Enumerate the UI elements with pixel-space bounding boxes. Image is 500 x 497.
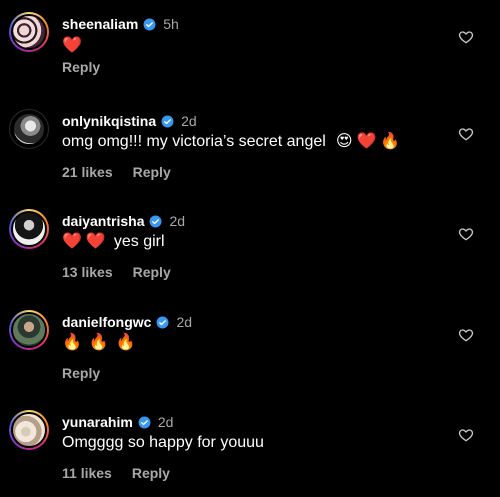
comment-actions: Reply [62, 365, 100, 381]
comment-actions: Reply [62, 59, 100, 75]
avatar[interactable] [9, 310, 49, 350]
comment-text: ❤️ [62, 37, 82, 55]
comment-actions: 13 likes Reply [62, 264, 171, 280]
comment-body: Omgggg so happy for youuu [62, 434, 264, 451]
comment-header: onlynikqistina 2d [62, 113, 197, 129]
verified-badge-icon [143, 18, 156, 30]
fire-emoji: 🔥 [62, 334, 82, 351]
comment-header: yunarahim 2d [62, 414, 173, 430]
fire-emoji: 🔥 [88, 334, 109, 351]
comment-body: yes girl [113, 233, 165, 250]
verified-badge-icon [161, 115, 174, 127]
likes-count[interactable]: 21 likes [62, 164, 113, 180]
avatar[interactable] [9, 109, 49, 149]
avatar[interactable] [9, 410, 49, 450]
comment-item: yunarahim 2d Omgggg so happy for youuu 1… [0, 407, 500, 497]
comment-text: Omgggg so happy for youuu [62, 434, 264, 452]
fire-emoji: 🔥 [115, 334, 136, 351]
timestamp: 2d [181, 113, 197, 129]
username[interactable]: sheenaliam [62, 16, 138, 32]
comment-header: daiyantrisha 2d [62, 213, 185, 229]
comment-header: sheenaliam 5h [62, 16, 179, 32]
username[interactable]: onlynikqistina [62, 113, 156, 129]
comment-item: onlynikqistina 2d omg omg!!! my victoria… [0, 106, 500, 196]
heart-outline-icon[interactable] [458, 327, 474, 343]
verified-badge-icon [156, 316, 169, 328]
red-heart-emoji: ❤️ [62, 37, 82, 54]
username[interactable]: daiyantrisha [62, 213, 144, 229]
avatar[interactable] [9, 209, 49, 249]
heart-outline-icon[interactable] [458, 226, 474, 242]
heart-outline-icon[interactable] [458, 427, 474, 443]
heart-outline-icon[interactable] [458, 126, 474, 142]
red-heart-emoji: ❤️ [85, 233, 106, 250]
red-heart-emoji: ❤️ [62, 233, 82, 250]
comment-item: sheenaliam 5h ❤️ Reply [0, 9, 500, 99]
reply-button[interactable]: Reply [62, 365, 100, 381]
comment-item: danielfongwc 2d 🔥 🔥 🔥 Reply [0, 307, 500, 397]
comment-header: danielfongwc 2d [62, 314, 192, 330]
comment-text: ❤️ ❤️ yes girl [62, 233, 165, 251]
reply-button[interactable]: Reply [133, 264, 171, 280]
timestamp: 2d [157, 414, 174, 430]
heart-eyes-emoji: 😍 [335, 133, 353, 150]
likes-count[interactable]: 11 likes [62, 465, 112, 481]
comment-actions: 11 likes Reply [62, 465, 170, 481]
fire-emoji: 🔥 [380, 133, 401, 150]
verified-badge-icon [138, 416, 151, 428]
reply-button[interactable]: Reply [133, 164, 171, 180]
comment-body: omg omg!!! my victoria’s secret angel [62, 133, 326, 150]
comment-text: omg omg!!! my victoria’s secret angel 😍 … [62, 133, 400, 151]
reply-button[interactable]: Reply [132, 465, 170, 481]
reply-button[interactable]: Reply [62, 59, 100, 75]
comment-item: daiyantrisha 2d ❤️ ❤️ yes girl 13 likes … [0, 206, 500, 296]
verified-badge-icon [150, 215, 162, 227]
red-heart-emoji: ❤️ [356, 133, 377, 150]
comment-text: 🔥 🔥 🔥 [62, 334, 136, 352]
username[interactable]: danielfongwc [62, 314, 151, 330]
timestamp: 2d [176, 314, 193, 330]
timestamp: 2d [169, 213, 186, 229]
username[interactable]: yunarahim [62, 414, 133, 430]
avatar[interactable] [9, 12, 49, 52]
comment-actions: 21 likes Reply [62, 164, 171, 180]
likes-count[interactable]: 13 likes [62, 264, 113, 280]
timestamp: 5h [163, 16, 179, 32]
heart-outline-icon[interactable] [458, 29, 474, 45]
